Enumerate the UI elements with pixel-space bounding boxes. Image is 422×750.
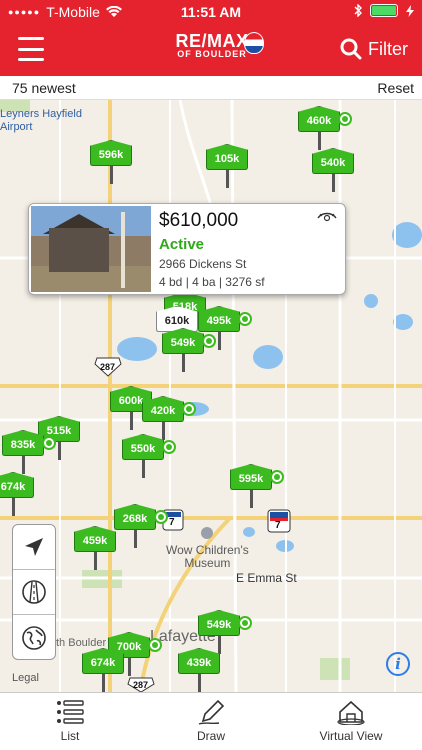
route-287-label-b: 287: [133, 680, 149, 690]
price-pin[interactable]: 495k: [198, 306, 252, 350]
price-pin[interactable]: 459k: [74, 526, 116, 570]
map-type-button[interactable]: [13, 570, 55, 615]
filter-button[interactable]: Filter: [340, 38, 408, 60]
legal-link[interactable]: Legal: [12, 672, 39, 684]
route-287-label-a: 287: [100, 362, 116, 372]
top-nav: RE/MAX OF BOULDER Filter: [0, 24, 422, 76]
map-info-button[interactable]: i: [386, 652, 410, 676]
listing-count: 75 newest: [12, 80, 76, 96]
reset-button[interactable]: Reset: [377, 80, 414, 96]
price-pin[interactable]: 596k: [90, 140, 132, 184]
listing-photo[interactable]: [31, 206, 151, 292]
listing-details: 4 bd | 4 ba | 3276 sf: [159, 275, 265, 289]
price-pin[interactable]: 549k: [198, 610, 252, 654]
battery-icon: [370, 4, 398, 17]
map-base: [0, 100, 422, 692]
list-icon: [57, 700, 84, 724]
route-7-label-b: 7: [275, 520, 281, 531]
price-pin[interactable]: 268k: [114, 504, 168, 548]
tab-virtual-view-label: Virtual View: [319, 729, 383, 743]
route-7-label-a: 7: [169, 517, 175, 528]
price-pin[interactable]: 550k: [122, 434, 176, 478]
price-pin[interactable]: 540k: [312, 148, 354, 192]
street-label: E Emma St: [236, 571, 297, 585]
map-view[interactable]: Leyners Hayfield Airport Wow Children's …: [0, 100, 422, 692]
road-icon: [22, 580, 46, 604]
bottom-tab-bar: List Draw Virtual View: [0, 692, 422, 750]
tab-virtual-view[interactable]: Virtual View: [291, 699, 411, 743]
price-pin[interactable]: 674k: [82, 648, 124, 692]
price-pin[interactable]: 835k: [2, 430, 56, 474]
price-pin[interactable]: 420k: [142, 396, 196, 440]
search-icon: [340, 38, 362, 60]
museum-label: Wow Children's Museum: [166, 543, 249, 570]
filter-label: Filter: [368, 38, 408, 59]
price-pin[interactable]: 549k: [162, 328, 216, 372]
map-tools: [12, 524, 56, 660]
satellite-button[interactable]: [13, 615, 55, 659]
price-pin[interactable]: 674k: [0, 472, 34, 516]
listing-price: $610,000: [159, 210, 239, 231]
listing-status: Active: [159, 236, 205, 253]
bluetooth-icon: [354, 4, 362, 17]
listing-card[interactable]: $610,000 Active 2966 Dickens St 4 bd | 4…: [28, 203, 346, 295]
globe-icon: [22, 625, 46, 650]
price-pin[interactable]: 439k: [178, 648, 220, 692]
virtual-house-icon: [337, 700, 365, 725]
tab-list-label: List: [60, 729, 80, 743]
price-pin[interactable]: 460k: [298, 106, 352, 150]
listing-subbar: 75 newest Reset: [0, 76, 422, 100]
tab-draw-label: Draw: [196, 729, 225, 743]
charging-icon: [406, 4, 414, 17]
remax-logo: RE/MAX OF BOULDER: [162, 32, 264, 68]
price-pin[interactable]: 105k: [206, 144, 248, 188]
location-arrow-icon: [25, 538, 43, 556]
price-pin[interactable]: 595k: [230, 464, 284, 508]
menu-icon[interactable]: [18, 37, 44, 61]
status-bar: ●●●●● T-Mobile 11:51 AM: [0, 0, 422, 24]
hide-eye-icon[interactable]: [317, 212, 337, 224]
tab-draw[interactable]: Draw: [151, 699, 271, 743]
airport-label: Leyners Hayfield Airport: [0, 108, 82, 133]
tab-list[interactable]: List: [10, 699, 130, 743]
listing-address: 2966 Dickens St: [159, 257, 247, 271]
balloon-icon: [244, 32, 264, 54]
pencil-icon: [198, 699, 225, 725]
locate-button[interactable]: [13, 525, 55, 570]
